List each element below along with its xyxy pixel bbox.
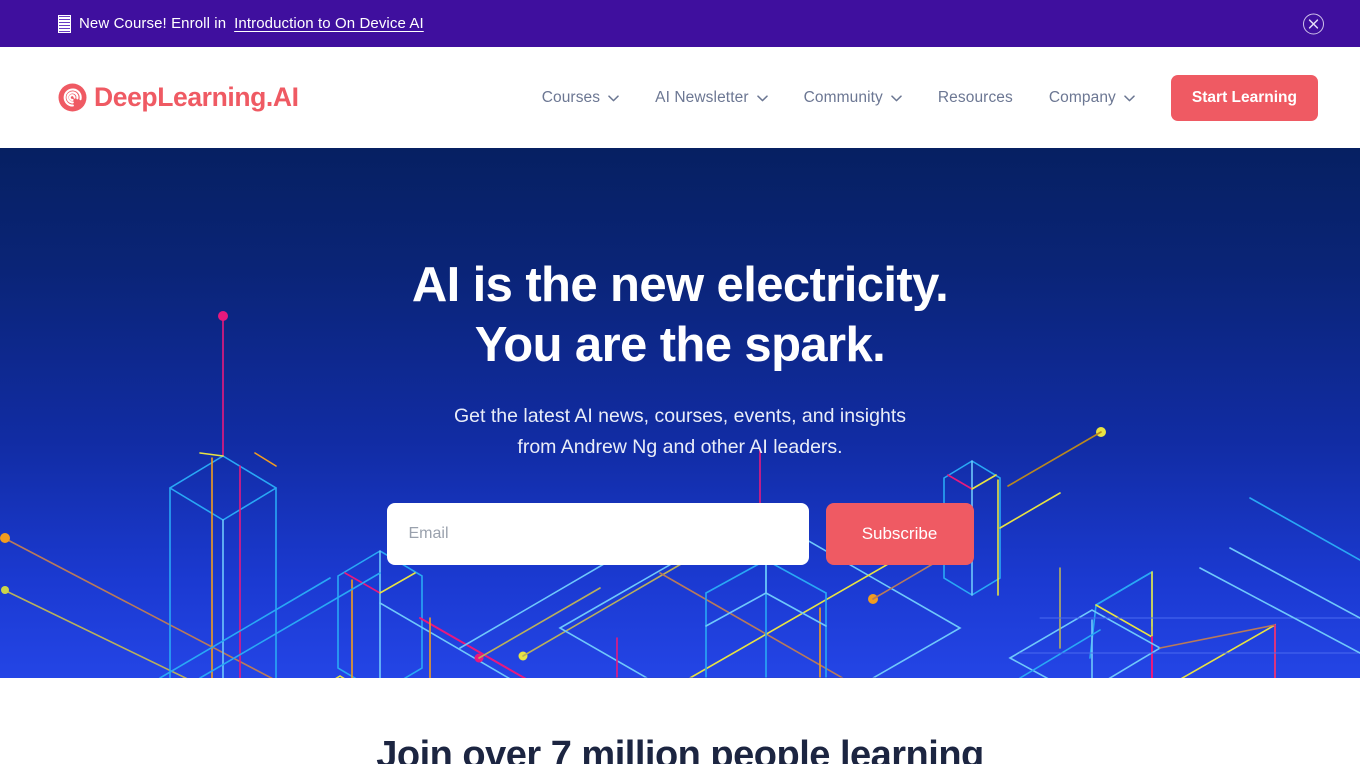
logo-text: DeepLearning.AI (94, 82, 299, 112)
nav-item-community[interactable]: Community (804, 89, 902, 107)
announcement-banner: New Course! Enroll in Introduction to On… (0, 0, 1360, 47)
newsletter-signup-form: Subscribe (0, 502, 1360, 565)
nav-label: Courses (541, 88, 601, 106)
nav-label: Company (1048, 88, 1116, 106)
hero-content: AI is the new electricity. You are the s… (0, 148, 1360, 565)
chevron-down-icon (1124, 93, 1135, 102)
main-navigation: Courses AI Newsletter Community Resource… (542, 89, 1135, 107)
nav-item-resources[interactable]: Resources (938, 89, 1013, 107)
hero-subtitle-line-1: Get the latest AI news, courses, events,… (454, 404, 906, 427)
nav-label: AI Newsletter (655, 88, 749, 106)
social-proof-title: Join over 7 million people learning (376, 734, 984, 764)
hero-subtitle-line-2: from Andrew Ng and other AI leaders. (517, 436, 843, 459)
nav-item-company[interactable]: Company (1049, 89, 1135, 107)
site-header: DeepLearning.AI Courses AI Newsletter Co… (0, 47, 1360, 148)
subscribe-button[interactable]: Subscribe (825, 502, 974, 565)
nav-item-courses[interactable]: Courses (542, 89, 619, 107)
email-input[interactable] (386, 502, 809, 565)
announcement-text: New Course! Enroll in (79, 15, 227, 32)
nav-label: Community (803, 88, 883, 106)
hero-title-line-2: You are the spark. (474, 317, 886, 372)
nav-label: Resources (937, 88, 1013, 106)
hero-title-line-1: AI is the new electricity. (411, 258, 949, 312)
site-logo[interactable]: DeepLearning.AI (58, 82, 299, 113)
chevron-down-icon (891, 93, 902, 102)
start-learning-button[interactable]: Start Learning (1170, 74, 1318, 121)
announcement-link[interactable]: Introduction to On Device AI (234, 15, 424, 32)
hero-section: AI is the new electricity. You are the s… (0, 148, 1360, 678)
nav-item-ai-newsletter[interactable]: AI Newsletter (655, 88, 768, 107)
social-proof-section: Join over 7 million people learning (0, 678, 1360, 764)
hero-subtitle: Get the latest AI news, courses, events,… (0, 401, 1360, 464)
close-icon[interactable] (1303, 13, 1324, 34)
deeplearning-spiral-icon (58, 83, 87, 112)
announcement-content: New Course! Enroll in Introduction to On… (58, 14, 424, 33)
chevron-down-icon (756, 93, 768, 102)
hero-title: AI is the new electricity. You are the s… (0, 256, 1360, 376)
chevron-down-icon (608, 93, 619, 102)
course-list-icon (58, 14, 71, 33)
